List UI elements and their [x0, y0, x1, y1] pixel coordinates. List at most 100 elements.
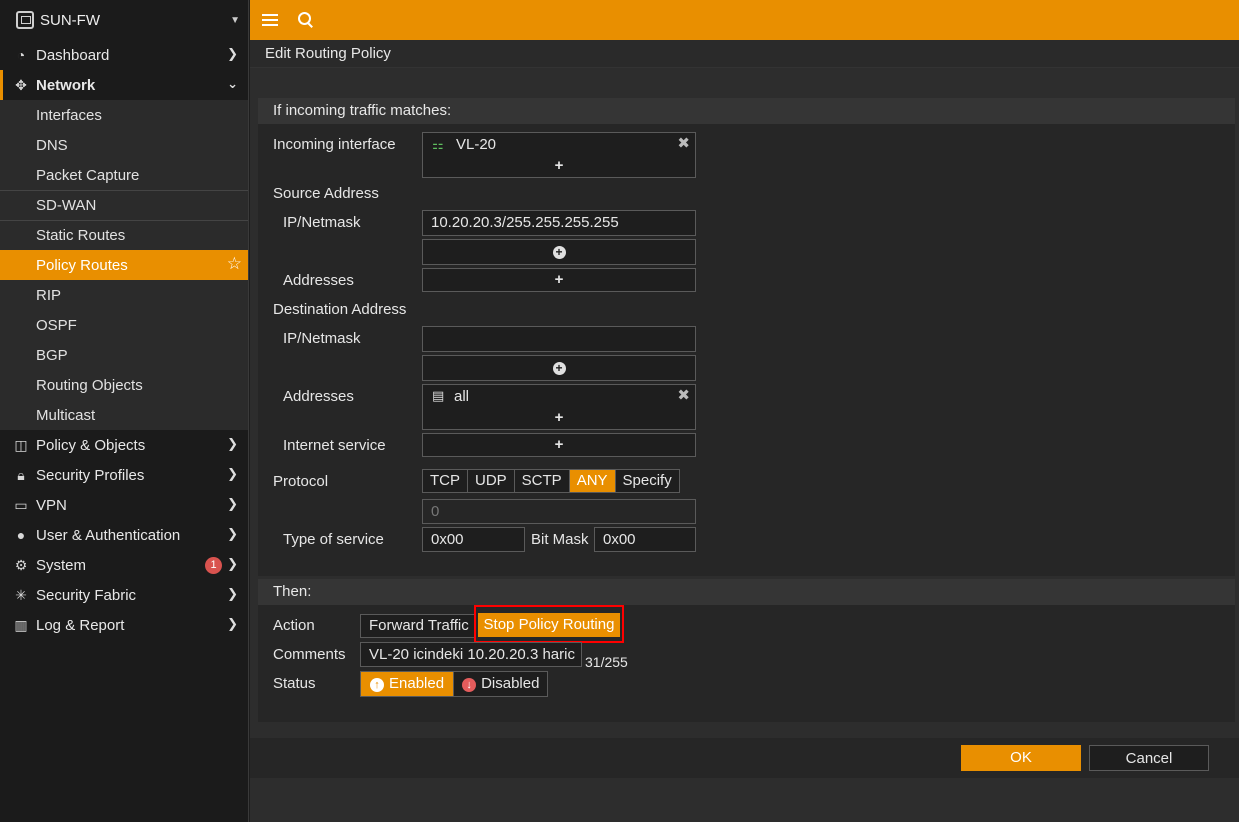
status-enabled[interactable]: ↑ Enabled — [361, 672, 455, 696]
nav-user-authentication[interactable]: ● User & Authentication ❯ — [0, 520, 248, 550]
sidebar-item-policy-routes[interactable]: Policy Routes ☆ — [0, 250, 248, 280]
status-disabled-label: Disabled — [481, 675, 540, 692]
nav-label: VPN — [36, 496, 67, 514]
nav-security-profiles[interactable]: 🔒︎ Security Profiles ❯ — [0, 460, 248, 490]
nav-security-fabric[interactable]: ✳ Security Fabric ❯ — [0, 580, 248, 610]
chevron-right-icon: ❯ — [227, 496, 238, 511]
top-bar — [250, 0, 1239, 40]
add-source-ip-button[interactable]: + — [422, 239, 696, 265]
sidebar-item-dns[interactable]: DNS — [0, 130, 248, 160]
sidebar-item-ospf[interactable]: OSPF — [0, 310, 248, 340]
protocol-sctp[interactable]: SCTP — [514, 470, 570, 492]
main-content: If incoming traffic matches: Incoming in… — [250, 68, 1239, 822]
add-icon[interactable]: + — [423, 271, 695, 288]
ok-button[interactable]: OK — [961, 745, 1081, 771]
interface-value: VL-20 — [456, 136, 497, 153]
bit-mask-input[interactable]: 0x00 — [594, 527, 696, 552]
protocol-any[interactable]: ANY — [569, 470, 616, 492]
page-title: Edit Routing Policy — [250, 40, 1239, 68]
internet-service-field[interactable]: + — [422, 433, 696, 457]
dest-addresses-label: Addresses — [283, 388, 354, 405]
remove-icon[interactable]: ✖ — [677, 134, 690, 152]
arrow-up-circle-icon: ↑ — [370, 678, 384, 692]
dashboard-icon: ◔ — [16, 47, 26, 63]
add-dest-ip-button[interactable]: + — [422, 355, 696, 381]
action-forward-traffic[interactable]: Forward Traffic — [360, 614, 475, 638]
nav-label: Network — [36, 76, 96, 94]
device-selector[interactable]: SUN-FW ▼ — [0, 0, 248, 40]
nav-policy-objects[interactable]: ◫ Policy & Objects ❯ — [0, 430, 248, 460]
sidebar-item-multicast[interactable]: Multicast — [0, 400, 248, 430]
plus-circle-icon: + — [552, 246, 566, 259]
nav-label: System — [36, 556, 87, 574]
nav-label: Security Profiles — [36, 466, 145, 484]
nav-system[interactable]: ⚙ System 1 ❯ — [0, 550, 248, 580]
status-enabled-label: Enabled — [389, 675, 445, 692]
dest-ip-input[interactable] — [422, 326, 696, 352]
cancel-button[interactable]: Cancel — [1089, 745, 1209, 771]
status-disabled[interactable]: ↓ Disabled — [454, 672, 548, 696]
internet-service-label: Internet service — [283, 437, 386, 454]
status-toggle: ↑ Enabled ↓ Disabled — [360, 671, 549, 697]
plus-circle-icon: + — [552, 362, 566, 375]
chevron-right-icon: ❯ — [227, 586, 238, 601]
notification-badge: 1 — [205, 557, 222, 574]
source-address-label: Source Address — [273, 185, 379, 202]
section-header-then: Then: — [258, 579, 1235, 605]
sidebar-item-sd-wan[interactable]: SD-WAN — [0, 190, 248, 220]
network-move-icon: ✥ — [15, 76, 27, 93]
nav-network[interactable]: ✥ Network ⌄ — [0, 70, 248, 100]
protocol-udp[interactable]: UDP — [468, 470, 515, 492]
chevron-right-icon: ❯ — [227, 436, 238, 451]
sidebar-item-routing-objects[interactable]: Routing Objects — [0, 370, 248, 400]
action-stop-policy-routing[interactable]: Stop Policy Routing — [478, 613, 620, 637]
sidebar: SUN-FW ▼ ◔ Dashboard ❯ ✥ Network ⌄ Inter… — [0, 0, 249, 822]
nav-dashboard[interactable]: ◔ Dashboard ❯ — [0, 40, 248, 70]
sidebar-item-bgp[interactable]: BGP — [0, 340, 248, 370]
chevron-right-icon: ❯ — [227, 616, 238, 631]
tos-input[interactable]: 0x00 — [422, 527, 525, 552]
address-value: all — [454, 388, 470, 405]
chevron-right-icon: ❯ — [227, 46, 238, 61]
search-icon[interactable] — [298, 12, 314, 28]
sidebar-item-packet-capture[interactable]: Packet Capture — [0, 160, 248, 190]
laptop-icon: ▭ — [14, 496, 28, 513]
sidebar-item-static-routes[interactable]: Static Routes — [0, 220, 248, 250]
menu-icon[interactable] — [262, 14, 278, 26]
incoming-interface-field[interactable]: ⚏ VL-20 ✖ + — [422, 132, 696, 178]
comments-textarea[interactable]: VL-20 icindeki 10.20.20.3 haric — [360, 642, 582, 667]
lock-icon: 🔒︎ — [17, 466, 25, 483]
nav-vpn[interactable]: ▭ VPN ❯ — [0, 490, 248, 520]
destination-address-label: Destination Address — [273, 301, 407, 318]
protocol-tcp[interactable]: TCP — [423, 470, 468, 492]
source-addresses-field[interactable]: + — [422, 268, 696, 292]
star-icon[interactable]: ☆ — [227, 254, 242, 274]
type-of-service-label: Type of service — [283, 531, 384, 548]
protocol-number-input[interactable]: 0 — [422, 499, 696, 524]
dest-ip-label: IP/Netmask — [283, 330, 361, 347]
address-icon: ▤ — [432, 388, 445, 403]
remove-icon[interactable]: ✖ — [677, 386, 690, 404]
section-header-match: If incoming traffic matches: — [258, 98, 1235, 124]
nav-label: User & Authentication — [36, 526, 181, 544]
sidebar-item-rip[interactable]: RIP — [0, 280, 248, 310]
add-icon[interactable]: + — [423, 436, 695, 453]
incoming-interface-label: Incoming interface — [273, 136, 396, 153]
then-panel: Then: Action Forward Traffic Stop Policy… — [258, 579, 1235, 722]
dest-addresses-field[interactable]: ▤ all ✖ + — [422, 384, 696, 430]
status-label: Status — [273, 675, 316, 692]
sidebar-item-interfaces[interactable]: Interfaces — [0, 100, 248, 130]
nav-log-report[interactable]: ▥ Log & Report ❯ — [0, 610, 248, 640]
policy-icon: ◫ — [14, 436, 28, 453]
nav-label: Policy & Objects — [36, 436, 146, 454]
chevron-right-icon: ❯ — [227, 556, 238, 571]
source-ip-input[interactable]: 10.20.20.3/255.255.255.255 — [422, 210, 696, 236]
gear-icon: ⚙ — [14, 556, 28, 573]
chevron-right-icon: ❯ — [227, 526, 238, 541]
nav-label: Security Fabric — [36, 586, 137, 604]
arrow-down-circle-icon: ↓ — [462, 678, 477, 692]
add-icon[interactable]: + — [423, 409, 695, 426]
sidebar-item-label: Policy Routes — [36, 256, 128, 274]
protocol-specify[interactable]: Specify — [615, 470, 679, 492]
add-icon[interactable]: + — [423, 157, 695, 174]
